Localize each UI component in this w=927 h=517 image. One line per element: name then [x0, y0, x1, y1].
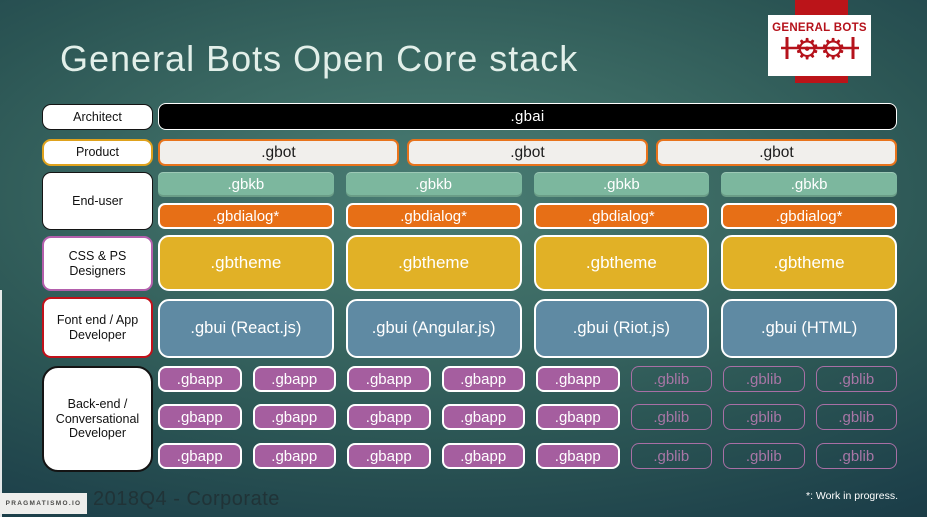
work-in-progress-footnote: *: Work in progress. [806, 490, 899, 502]
gbtheme-box: .gbtheme [721, 235, 897, 291]
role-label-front-end-app-developer: Font end / App Developer [42, 297, 153, 358]
gbot-row: .gbot .gbot .gbot [158, 139, 897, 166]
gbapp-box: .gbapp [252, 404, 336, 430]
gbot-box: .gbot [656, 139, 897, 166]
gbot-box: .gbot [158, 139, 399, 166]
gbapp-box: .gbapp [347, 404, 431, 430]
slide-title: General Bots Open Core stack [60, 38, 579, 79]
gblib-box: .gblib [815, 404, 897, 430]
gbtheme-box: .gbtheme [533, 235, 710, 291]
pragmatismo-logo-text: PRAGMATISMO.IO [5, 500, 82, 507]
role-label-architect: Architect [42, 104, 153, 130]
gbapp-box: .gbapp [158, 404, 242, 430]
gbkb-box: .gbkb [158, 172, 334, 197]
gbapp-box: .gbapp [441, 366, 525, 392]
gbtheme-row: .gbtheme .gbtheme .gbtheme .gbtheme [158, 235, 897, 291]
svg-text:⚙⚙: ⚙⚙ [794, 32, 846, 64]
gblib-box: .gblib [630, 404, 712, 430]
gbapp-box: .gbapp [347, 366, 431, 392]
footer-date-label: 2018Q4 - Corporate [93, 488, 280, 510]
gbapp-gblib-row: .gbapp .gbapp .gbapp .gbapp .gbapp .gbli… [158, 404, 897, 430]
gbapp-box: .gbapp [536, 366, 620, 392]
gbdialog-box: .gbdialog* [158, 203, 334, 229]
gblib-box: .gblib [815, 366, 897, 392]
gbkb-box: .gbkb [345, 172, 522, 197]
slide-left-edge [0, 290, 2, 517]
gbdialog-box: .gbdialog* [533, 203, 710, 229]
gblib-box: .gblib [815, 443, 897, 469]
slide-canvas: General Bots Open Core stack GENERAL BOT… [0, 0, 927, 517]
role-label-end-user: End-user [42, 172, 153, 230]
role-label-product: Product [42, 139, 153, 166]
gblib-box: .gblib [723, 404, 805, 430]
role-label-css-ps-designers: CSS & PS Designers [42, 236, 153, 291]
gbai-row: .gbai [158, 103, 897, 130]
gbapp-gblib-row: .gbapp .gbapp .gbapp .gbapp .gbapp .gbli… [158, 366, 897, 392]
gbui-react-box: .gbui (React.js) [158, 299, 334, 358]
gbai-box: .gbai [158, 103, 897, 130]
gbtheme-box: .gbtheme [345, 235, 522, 291]
gbapp-box: .gbapp [441, 443, 525, 469]
gbot-box: .gbot [407, 139, 648, 166]
gblib-box: .gblib [723, 443, 805, 469]
gbui-html-box: .gbui (HTML) [721, 299, 897, 358]
general-bots-logo: GENERAL BOTS ⚙⚙ [768, 15, 871, 76]
gbapp-box: .gbapp [536, 443, 620, 469]
gbdialog-box: .gbdialog* [345, 203, 522, 229]
gbkb-box: .gbkb [721, 172, 897, 197]
gbapp-box: .gbapp [252, 366, 336, 392]
gbapp-box: .gbapp [158, 443, 242, 469]
gbui-riot-box: .gbui (Riot.js) [533, 299, 710, 358]
gbkb-box: .gbkb [533, 172, 710, 197]
gbdialog-row: .gbdialog* .gbdialog* .gbdialog* .gbdial… [158, 203, 897, 229]
gbtheme-box: .gbtheme [158, 235, 334, 291]
gbapp-box: .gbapp [441, 404, 525, 430]
gbui-row: .gbui (React.js) .gbui (Angular.js) .gbu… [158, 299, 897, 358]
gbdialog-box: .gbdialog* [721, 203, 897, 229]
gbapp-gblib-row: .gbapp .gbapp .gbapp .gbapp .gbapp .gbli… [158, 443, 897, 469]
role-label-back-end-conversational-developer: Back-end / Conversational Developer [42, 366, 153, 472]
gbapp-box: .gbapp [536, 404, 620, 430]
gbkb-row: .gbkb .gbkb .gbkb .gbkb [158, 172, 897, 197]
pragmatismo-logo: PRAGMATISMO.IO [0, 493, 87, 514]
gblib-box: .gblib [630, 366, 712, 392]
gbapp-box: .gbapp [347, 443, 431, 469]
gbui-angular-box: .gbui (Angular.js) [345, 299, 522, 358]
gblib-box: .gblib [723, 366, 805, 392]
gbapp-box: .gbapp [252, 443, 336, 469]
gbapp-box: .gbapp [158, 366, 242, 392]
gblib-box: .gblib [630, 443, 712, 469]
gears-icon: ⚙⚙ [777, 32, 863, 69]
